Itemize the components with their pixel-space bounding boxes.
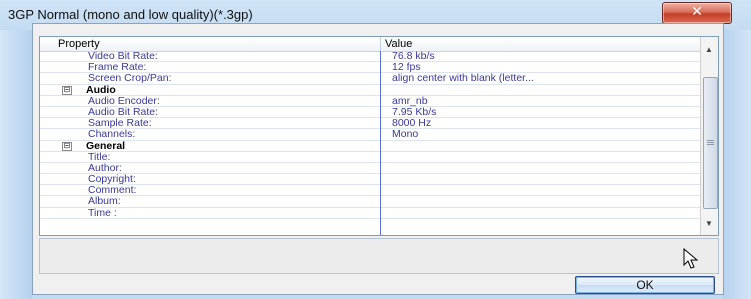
mouse-pointer-icon [683, 248, 699, 269]
property-value[interactable]: amr_nb [392, 96, 428, 107]
property-value[interactable]: align center with blank (letter... [392, 73, 534, 84]
category-row[interactable]: ⊟ General [40, 139, 700, 152]
property-name: Time : [88, 206, 117, 219]
ok-button[interactable]: OK [575, 276, 715, 294]
property-name: Album: [88, 195, 121, 208]
property-name: Sample Rate: [88, 117, 152, 130]
property-name: Channels: [88, 128, 136, 141]
table-row[interactable]: Screen Crop/Pan: align center with blank … [40, 72, 700, 85]
table-row[interactable]: Copyright: [40, 173, 700, 186]
property-name: Frame Rate: [88, 61, 147, 74]
property-grid: Property Value Video Bit Rate: 76.8 kb/s F… [39, 36, 719, 236]
scroll-thumb[interactable] [703, 77, 718, 209]
property-value[interactable]: 12 fps [392, 62, 421, 73]
property-name: Comment: [88, 184, 137, 197]
grid-rows: Video Bit Rate: 76.8 kb/s Frame Rate: 12 fp… [40, 51, 700, 219]
scroll-up-arrow-icon[interactable]: ▲ [705, 45, 713, 54]
column-separator[interactable] [380, 51, 381, 235]
window-frame-right [722, 30, 751, 299]
table-row[interactable]: Album: [40, 195, 700, 208]
property-name: Title: [88, 150, 111, 163]
table-row[interactable]: Comment: [40, 184, 700, 197]
table-row[interactable]: Title: [40, 150, 700, 163]
scroll-down-arrow-icon[interactable]: ▼ [705, 219, 713, 228]
column-header-property[interactable]: Property [58, 38, 100, 50]
property-value[interactable]: 76.8 kb/s [392, 51, 435, 62]
close-button[interactable]: ✕ [662, 2, 732, 24]
window-title: 3GP Normal (mono and low quality)(*.3gp) [8, 7, 253, 22]
table-row[interactable]: Sample Rate: 8000 Hz [40, 117, 700, 130]
dialog-window: 3GP Normal (mono and low quality)(*.3gp)… [0, 0, 751, 299]
property-value[interactable]: 7.95 Kb/s [392, 107, 436, 118]
collapse-toggle-icon[interactable]: ⊟ [62, 85, 72, 95]
table-row[interactable]: Channels: Mono [40, 128, 700, 141]
table-row[interactable]: Author: [40, 161, 700, 175]
window-frame-left [0, 30, 32, 299]
column-header-value[interactable]: Value [385, 38, 412, 50]
category-label: Audio [86, 83, 116, 96]
property-value[interactable]: 8000 Hz [392, 118, 431, 129]
property-name: Copyright: [88, 173, 136, 186]
property-name: Author: [88, 161, 122, 174]
table-row[interactable]: Time : [40, 206, 700, 219]
dialog-body: Property Value Video Bit Rate: 76.8 kb/s F… [32, 23, 724, 295]
property-value[interactable]: Mono [392, 129, 418, 140]
property-name: Screen Crop/Pan: [88, 72, 172, 85]
close-icon: ✕ [691, 4, 703, 20]
description-panel [39, 238, 719, 274]
vertical-scrollbar[interactable]: ▲ ▼ [700, 37, 718, 235]
property-name: Audio Bit Rate: [88, 105, 159, 118]
property-name: Audio Encoder: [88, 94, 160, 107]
header-separator[interactable] [380, 37, 381, 51]
property-name: Video Bit Rate: [88, 50, 158, 62]
scroll-grip-icon [707, 140, 714, 141]
collapse-toggle-icon[interactable]: ⊟ [62, 141, 72, 151]
category-label: General [86, 139, 126, 152]
